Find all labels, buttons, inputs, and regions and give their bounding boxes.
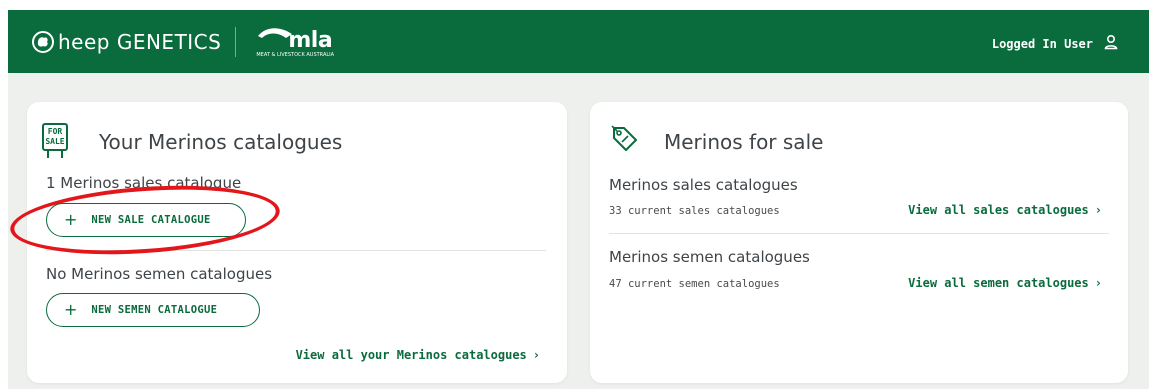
- view-all-your-catalogues-link[interactable]: View all your Merinos catalogues ›: [296, 348, 540, 362]
- sheep-logo-icon: [32, 31, 54, 53]
- your-catalogues-card: FOR SALE Your Merinos catalogues 1 Merin…: [27, 102, 567, 383]
- mla-logo-subtext: MEAT & LIVESTOCK AUSTRALIA: [256, 52, 335, 58]
- brand-logo[interactable]: heep GENETICS mla MEAT & LIVESTOCK AUSTR…: [32, 24, 366, 60]
- section-divider: [609, 233, 1109, 234]
- user-menu[interactable]: Logged In User: [992, 34, 1119, 54]
- mla-logo-text: mla: [288, 28, 333, 53]
- section-divider: [46, 250, 546, 251]
- sales-catalogues-heading: Merinos sales catalogues: [609, 176, 798, 194]
- user-name: Logged In User: [991, 37, 1093, 51]
- semen-catalogue-status: No Merinos semen catalogues: [46, 265, 273, 283]
- semen-catalogues-heading: Merinos semen catalogues: [609, 248, 810, 266]
- mla-logo-icon: mla MEAT & LIVESTOCK AUSTRALIA: [256, 24, 366, 60]
- user-icon: [1103, 34, 1119, 54]
- semen-catalogues-count: 47 current semen catalogues: [609, 278, 780, 290]
- chevron-right-icon: ›: [1094, 276, 1102, 290]
- sales-catalogue-status: 1 Merinos sales catalogue: [46, 174, 242, 192]
- view-all-sales-catalogues-link[interactable]: View all sales catalogues ›: [908, 203, 1102, 217]
- tag-icon: [610, 124, 640, 158]
- chevron-right-icon: ›: [1094, 203, 1102, 217]
- top-navigation-bar: heep GENETICS mla MEAT & LIVESTOCK AUSTR…: [8, 10, 1149, 73]
- plus-icon: +: [64, 300, 78, 319]
- view-all-semen-catalogues-link[interactable]: View all semen catalogues ›: [908, 276, 1102, 290]
- chevron-right-icon: ›: [532, 348, 540, 362]
- for-sale-title: Merinos for sale: [664, 130, 824, 154]
- new-sale-catalogue-button[interactable]: + NEW SALE CATALOGUE: [46, 203, 246, 237]
- for-sale-card: Merinos for sale Merinos sales catalogue…: [590, 102, 1128, 383]
- for-sale-icon: FOR SALE: [42, 123, 68, 161]
- sales-catalogues-count: 33 current sales catalogues: [609, 205, 780, 217]
- brand-name: heep GENETICS: [58, 30, 222, 54]
- header-divider: [235, 27, 237, 57]
- your-catalogues-title: Your Merinos catalogues: [99, 130, 343, 154]
- new-semen-catalogue-button[interactable]: + NEW SEMEN CATALOGUE: [46, 293, 260, 327]
- plus-icon: +: [64, 210, 78, 229]
